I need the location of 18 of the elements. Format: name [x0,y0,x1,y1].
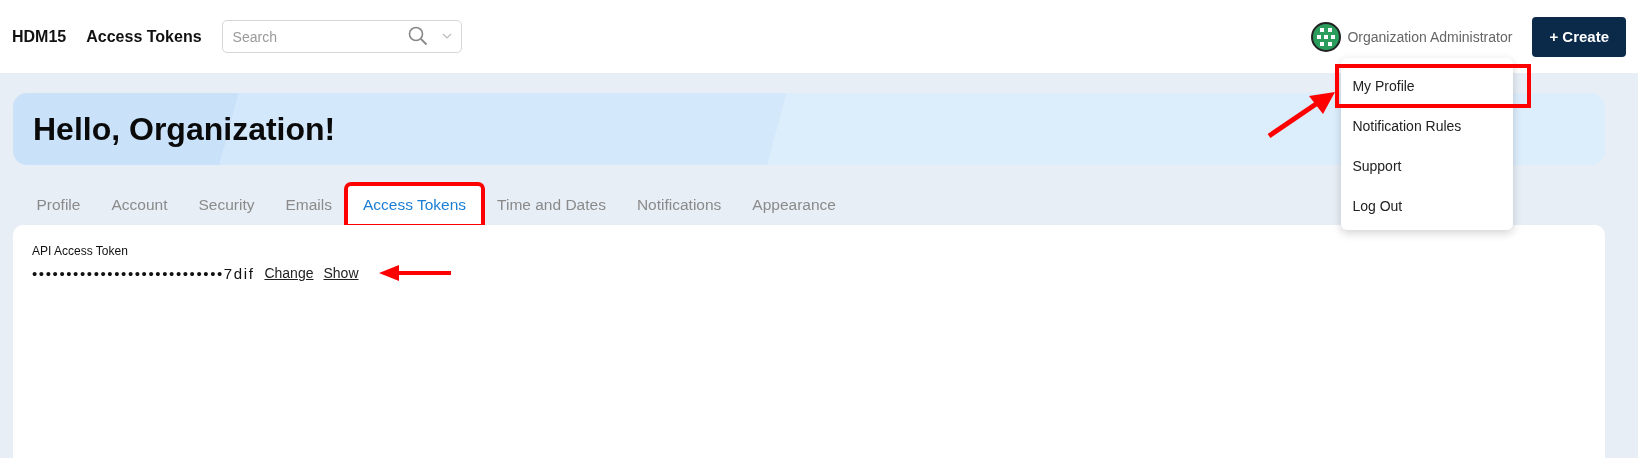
field-label: API Access Token [32,244,129,258]
menu-item[interactable]: Notification Rules [1341,105,1514,146]
organization-name: HDM15 [12,27,67,46]
menu-item[interactable]: My Profile [1337,65,1530,106]
text-link[interactable]: Change [264,265,314,281]
search-icon [407,26,428,46]
page-title: Access Tokens [86,27,202,46]
user-name[interactable]: Organization Administrator [1347,28,1513,45]
avatar-icon[interactable] [1311,21,1342,52]
menu-item[interactable]: Log Out [1341,185,1514,226]
text-link[interactable]: Show [323,265,359,281]
tab[interactable]: Access Tokens [347,185,482,225]
chevron-down-icon [441,33,452,39]
create-button[interactable]: + Create [1532,16,1626,57]
greeting-heading: Hello, Organization! [33,110,336,148]
search-field[interactable]: Search [221,20,462,53]
masked-token: ••••••••••••••••••••••••••••7dif [32,264,255,282]
menu-item[interactable]: Support [1341,145,1514,186]
